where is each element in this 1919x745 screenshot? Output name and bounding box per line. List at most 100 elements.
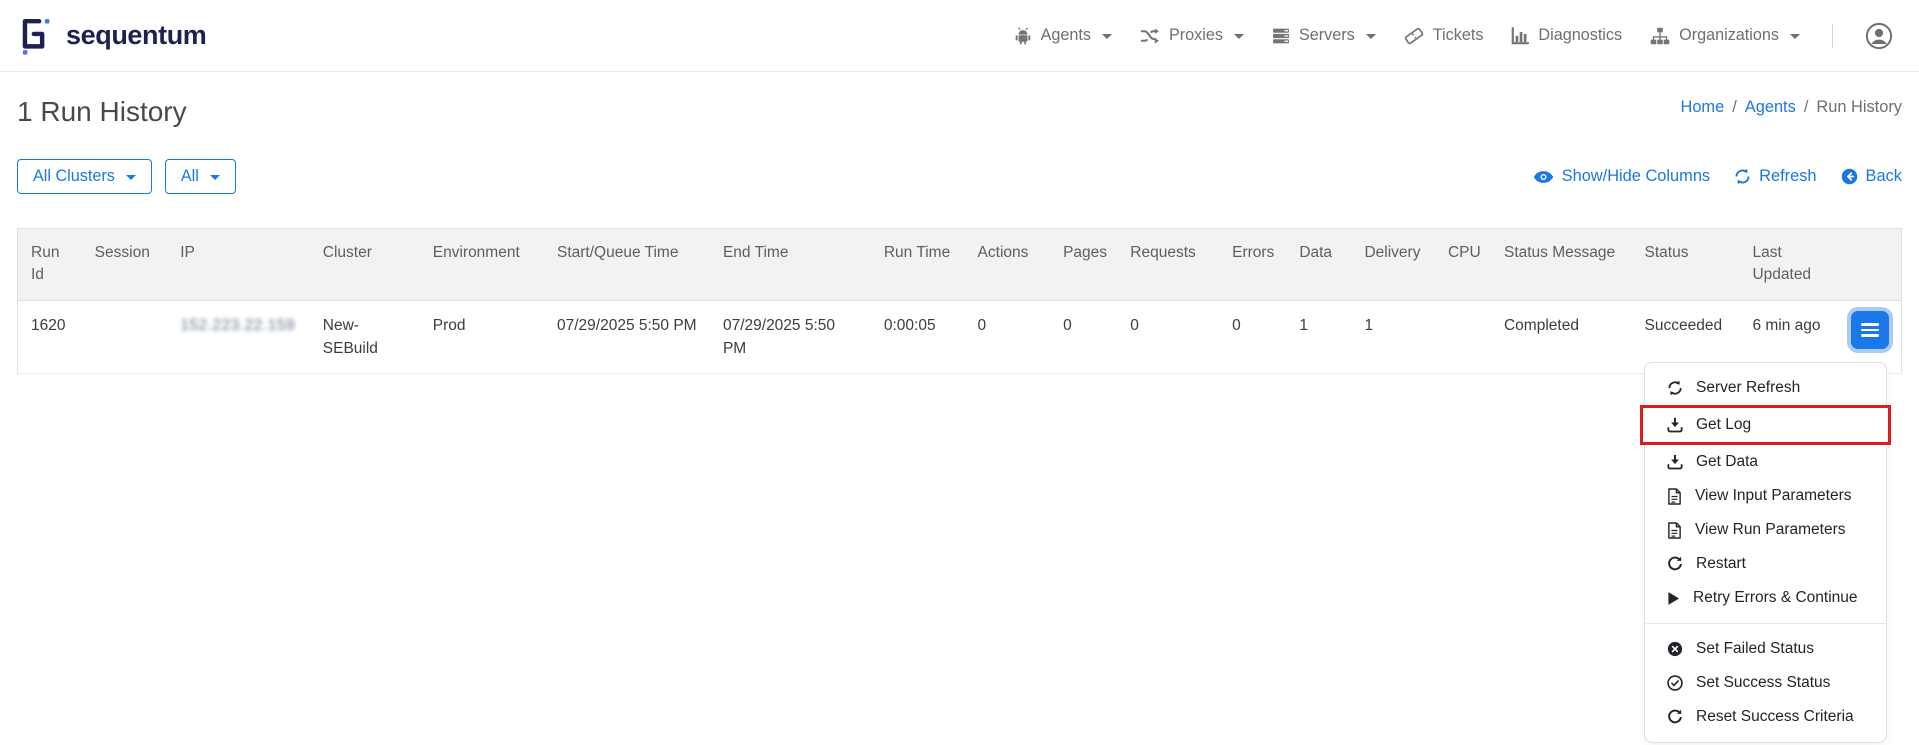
refresh-label: Refresh [1759, 167, 1816, 186]
chevron-down-icon [1366, 34, 1376, 39]
cell-cpu [1436, 300, 1492, 374]
nav-item-servers[interactable]: Servers [1272, 26, 1376, 45]
get-log-highlight-box: Get Log [1640, 405, 1891, 445]
menu-item-set-success-status[interactable]: Set Success Status [1645, 666, 1886, 700]
col-run-time: Run Time [872, 229, 966, 301]
chevron-down-icon [1790, 34, 1800, 39]
cell-start-queue-time: 07/29/2025 5:50 PM [545, 300, 711, 374]
show-hide-columns-link[interactable]: Show/Hide Columns [1533, 167, 1711, 186]
col-status: Status [1633, 229, 1741, 301]
file-icon [1667, 522, 1682, 539]
row-actions-dropdown: Server Refresh Get Log [1644, 362, 1887, 743]
table-actions: Show/Hide Columns Refresh [1533, 167, 1902, 186]
col-session: Session [83, 229, 169, 301]
play-icon [1667, 591, 1680, 606]
cell-errors: 0 [1220, 300, 1287, 374]
nav-item-proxies[interactable]: Proxies [1140, 26, 1244, 45]
sequentum-logo-icon [20, 16, 56, 56]
nav-item-agents[interactable]: Agents [1014, 26, 1112, 45]
breadcrumb-agents[interactable]: Agents [1745, 98, 1796, 117]
cell-status-message: Completed [1492, 300, 1633, 374]
nav-label-diagnostics: Diagnostics [1538, 26, 1622, 45]
nav-item-tickets[interactable]: Tickets [1404, 26, 1484, 45]
col-row-actions [1838, 229, 1901, 301]
nav-item-organizations[interactable]: Organizations [1650, 26, 1800, 45]
col-ip: IP [168, 229, 311, 301]
menu-label: View Input Parameters [1695, 487, 1852, 505]
user-circle-icon [1865, 22, 1893, 50]
refresh-icon [1667, 380, 1683, 396]
menu-label: Reset Success Criteria [1696, 708, 1854, 726]
cell-cluster: New-SEBuild [311, 300, 421, 374]
breadcrumb-separator: / [1804, 98, 1809, 117]
cell-data: 1 [1287, 300, 1352, 374]
chevron-down-icon [1234, 34, 1244, 39]
breadcrumb: Home / Agents / Run History [1680, 98, 1902, 117]
cell-delivery: 1 [1352, 300, 1436, 374]
brand-name: sequentum [66, 20, 206, 51]
show-hide-columns-label: Show/Hide Columns [1562, 167, 1711, 186]
user-avatar[interactable] [1865, 22, 1893, 50]
menu-item-get-log[interactable]: Get Log [1645, 408, 1886, 442]
check-circle-icon [1667, 675, 1683, 691]
menu-label: Set Success Status [1696, 674, 1830, 692]
menu-item-view-input-parameters[interactable]: View Input Parameters [1645, 479, 1886, 513]
menu-item-reset-success-criteria[interactable]: Reset Success Criteria [1645, 700, 1886, 734]
cell-session [83, 300, 169, 374]
menu-item-retry-errors-continue[interactable]: Retry Errors & Continue [1645, 581, 1886, 615]
redacted-ip: 152.223.22.159 [180, 317, 295, 334]
menu-divider [1645, 623, 1886, 624]
col-start-queue-time: Start/Queue Time [545, 229, 711, 301]
filter-group: All Clusters All [17, 159, 236, 194]
eye-icon [1533, 170, 1554, 184]
nav-label-servers: Servers [1299, 26, 1355, 45]
col-environment: Environment [421, 229, 545, 301]
cell-environment: Prod [421, 300, 545, 374]
nav-item-diagnostics[interactable]: Diagnostics [1511, 26, 1622, 45]
menu-item-set-failed-status[interactable]: Set Failed Status [1645, 632, 1886, 666]
nav-label-organizations: Organizations [1679, 26, 1779, 45]
redo-icon [1667, 709, 1683, 725]
menu-label: View Run Parameters [1695, 521, 1845, 539]
back-circle-icon [1841, 168, 1858, 185]
cluster-filter-label: All Clusters [33, 167, 115, 186]
breadcrumb-home[interactable]: Home [1680, 98, 1724, 117]
shuffle-icon [1140, 28, 1160, 44]
nav-label-agents: Agents [1041, 26, 1091, 45]
status-filter-dropdown[interactable]: All [165, 159, 236, 194]
menu-item-server-refresh[interactable]: Server Refresh [1645, 371, 1886, 405]
col-requests: Requests [1118, 229, 1220, 301]
download-icon [1667, 454, 1683, 470]
cell-actions: 0 [966, 300, 1052, 374]
run-history-table: Run Id Session IP Cluster Environment St… [17, 228, 1902, 374]
top-navbar: sequentum Agents [0, 0, 1919, 72]
redo-icon [1667, 556, 1683, 572]
android-icon [1014, 27, 1032, 45]
refresh-link[interactable]: Refresh [1734, 167, 1816, 186]
menu-label: Restart [1696, 555, 1746, 573]
breadcrumb-current: Run History [1816, 98, 1902, 117]
col-pages: Pages [1051, 229, 1118, 301]
brand[interactable]: sequentum [20, 16, 206, 56]
servers-icon [1272, 27, 1290, 45]
back-link[interactable]: Back [1841, 167, 1902, 186]
run-history-screen: sequentum Agents [0, 0, 1919, 745]
chevron-down-icon [126, 175, 136, 180]
cell-run-id: 1620 [18, 300, 83, 374]
menu-item-view-run-parameters[interactable]: View Run Parameters [1645, 513, 1886, 547]
table-header-row: Run Id Session IP Cluster Environment St… [18, 229, 1902, 301]
col-status-message: Status Message [1492, 229, 1633, 301]
menu-item-get-data[interactable]: Get Data [1645, 445, 1886, 479]
col-cluster: Cluster [311, 229, 421, 301]
download-icon [1667, 417, 1683, 433]
row-actions-menu-button[interactable] [1851, 311, 1889, 349]
cluster-filter-dropdown[interactable]: All Clusters [17, 159, 152, 194]
menu-item-restart[interactable]: Restart [1645, 547, 1886, 581]
times-circle-icon [1667, 641, 1683, 657]
nav-label-tickets: Tickets [1433, 26, 1484, 45]
chart-bar-icon [1511, 27, 1529, 45]
table-row: 1620 152.223.22.159 New-SEBuild Prod 07/… [18, 300, 1902, 374]
hamburger-icon [1861, 323, 1879, 326]
cell-requests: 0 [1118, 300, 1220, 374]
ticket-icon [1404, 27, 1424, 45]
